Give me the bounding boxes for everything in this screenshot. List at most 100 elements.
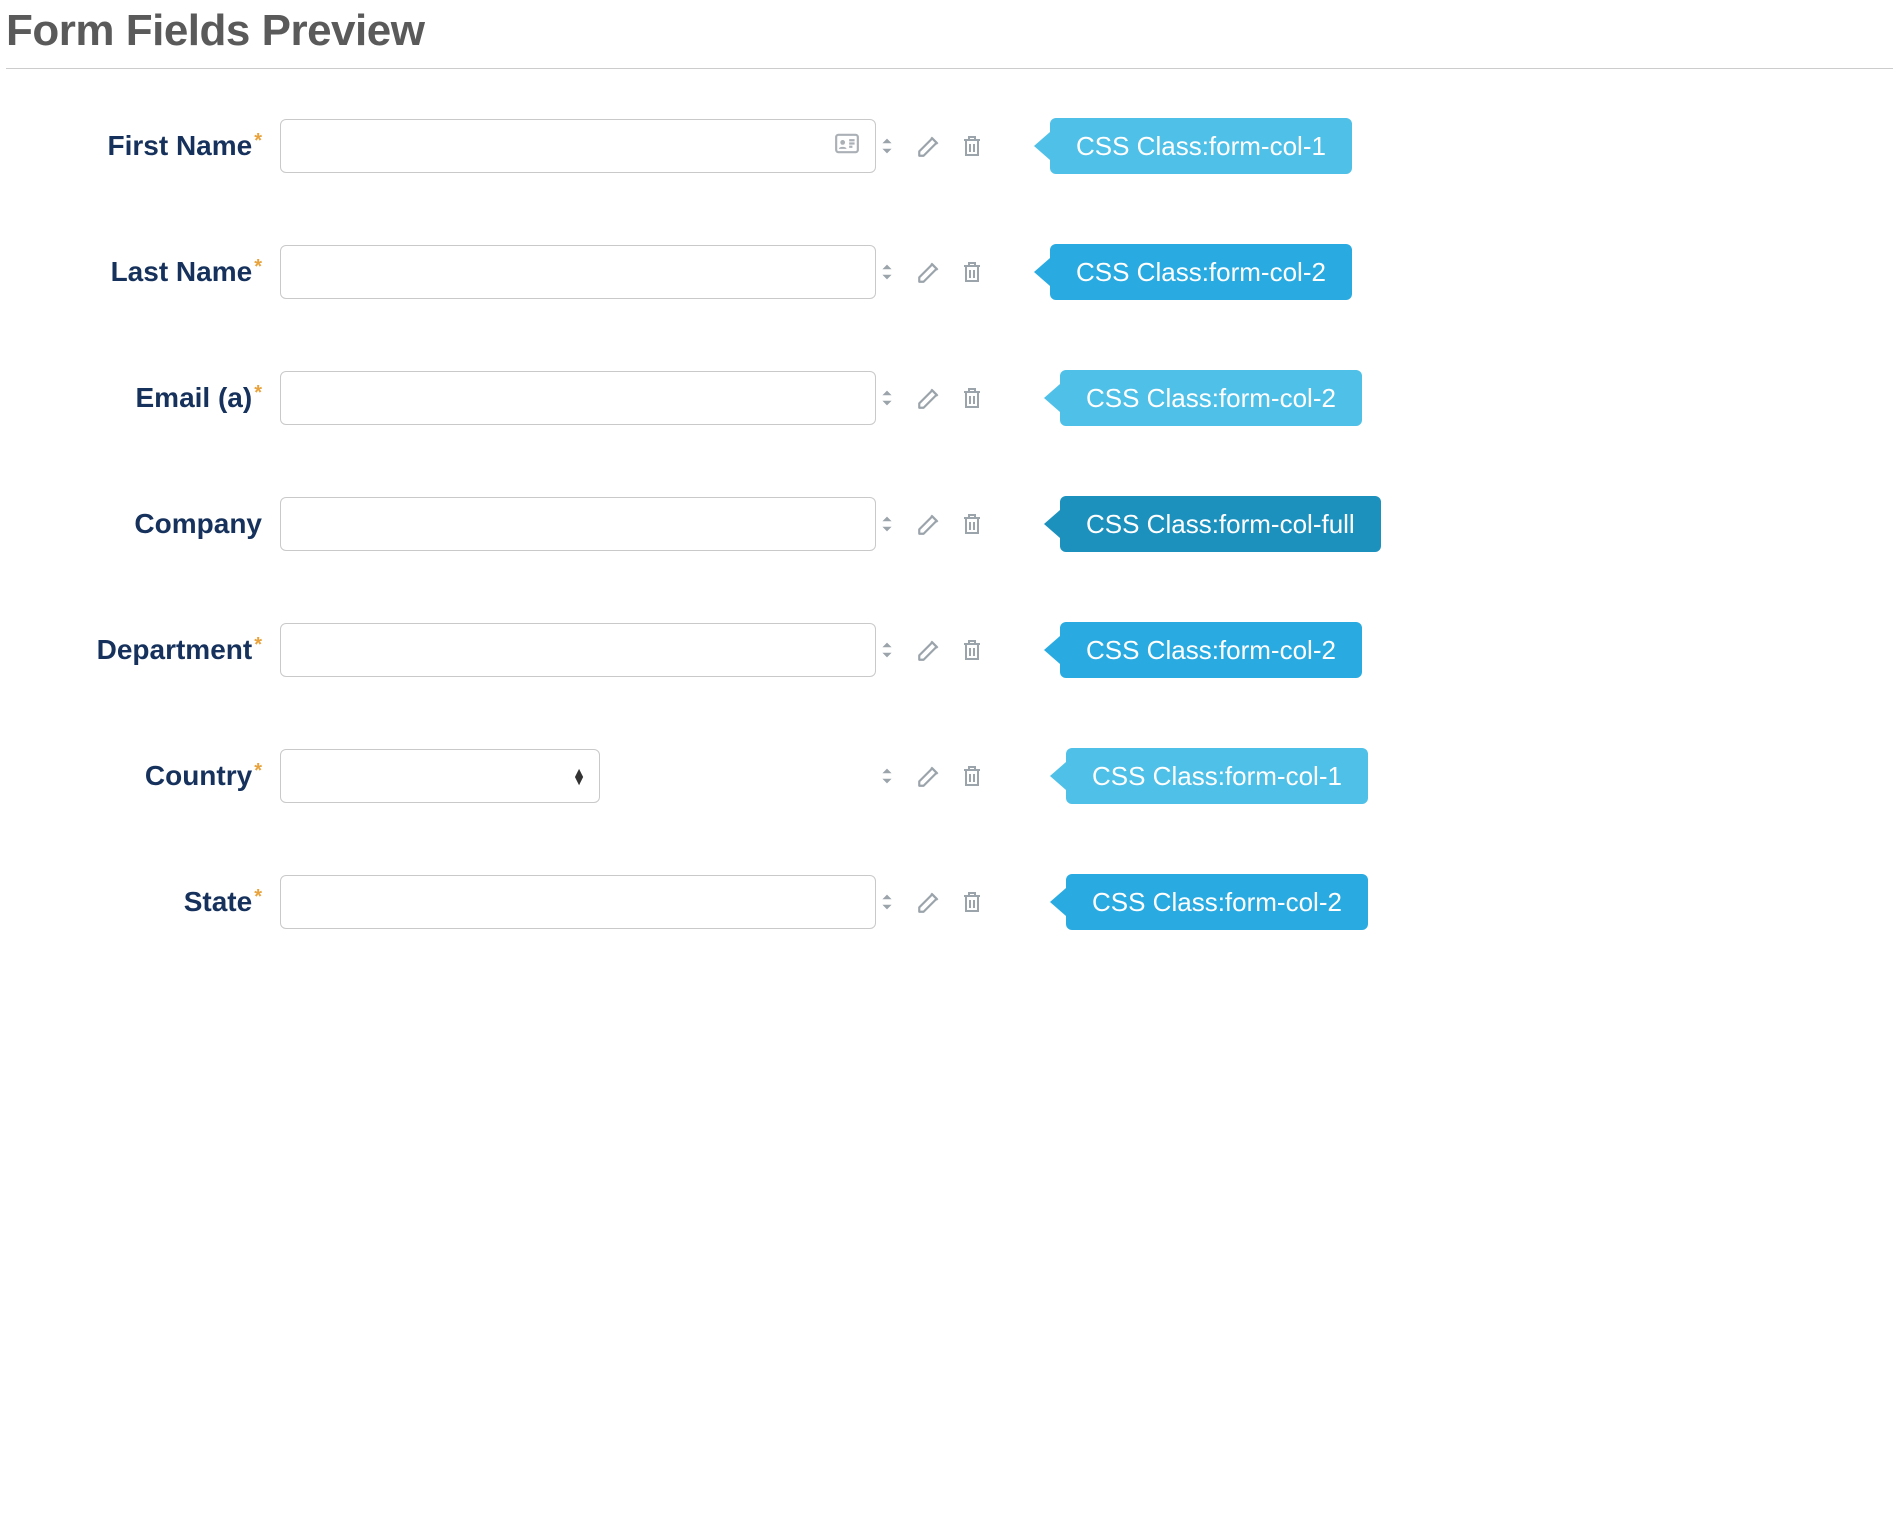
field-label: Company — [6, 508, 268, 540]
edit-icon[interactable] — [916, 259, 942, 285]
field-input-wrap — [268, 245, 876, 299]
field-input-wrap — [268, 623, 876, 677]
edit-icon[interactable] — [916, 133, 942, 159]
field-label: Country* — [6, 760, 268, 792]
css-class-tag: CSS Class: form-col-1 — [1050, 118, 1352, 174]
field-text-input[interactable] — [280, 623, 876, 677]
required-indicator: * — [254, 634, 262, 656]
delete-icon[interactable] — [960, 637, 984, 663]
field-label: Last Name* — [6, 256, 268, 288]
edit-icon[interactable] — [916, 763, 942, 789]
field-label-text: First Name — [107, 130, 252, 161]
field-text-input[interactable] — [280, 371, 876, 425]
tag-prefix: CSS Class: — [1092, 887, 1225, 918]
field-row: State* CSS Class: form-col-2 — [6, 875, 1893, 929]
edit-icon[interactable] — [916, 889, 942, 915]
field-actions — [876, 889, 984, 915]
css-class-tag: CSS Class: form-col-2 — [1060, 622, 1362, 678]
tag-prefix: CSS Class: — [1076, 257, 1209, 288]
field-actions — [876, 637, 984, 663]
css-class-tag-label: CSS Class: form-col-2 — [1060, 370, 1362, 426]
tag-value: form-col-2 — [1225, 887, 1342, 918]
field-label-text: Company — [134, 508, 262, 539]
css-class-tag: CSS Class: form-col-1 — [1066, 748, 1368, 804]
field-text-input[interactable] — [280, 245, 876, 299]
field-actions — [876, 763, 984, 789]
delete-icon[interactable] — [960, 133, 984, 159]
reorder-handle-icon[interactable] — [876, 891, 898, 913]
tag-prefix: CSS Class: — [1086, 383, 1219, 414]
delete-icon[interactable] — [960, 889, 984, 915]
edit-icon[interactable] — [916, 637, 942, 663]
css-class-tag: CSS Class: form-col-2 — [1060, 370, 1362, 426]
tag-prefix: CSS Class: — [1086, 635, 1219, 666]
delete-icon[interactable] — [960, 259, 984, 285]
field-input-wrap — [268, 497, 876, 551]
css-class-tag: CSS Class: form-col-full — [1060, 496, 1381, 552]
reorder-handle-icon[interactable] — [876, 513, 898, 535]
reorder-handle-icon[interactable] — [876, 639, 898, 661]
tag-prefix: CSS Class: — [1076, 131, 1209, 162]
field-row: Country*▲▼ CSS Class: form-col-1 — [6, 749, 1893, 803]
css-class-tag: CSS Class: form-col-2 — [1066, 874, 1368, 930]
field-label: Email (a)* — [6, 382, 268, 414]
edit-icon[interactable] — [916, 511, 942, 537]
required-indicator: * — [254, 382, 262, 404]
tag-prefix: CSS Class: — [1092, 761, 1225, 792]
tag-arrow-icon — [1044, 384, 1060, 412]
required-indicator: * — [254, 886, 262, 908]
css-class-tag: CSS Class: form-col-2 — [1050, 244, 1352, 300]
id-card-icon — [832, 131, 862, 162]
tag-arrow-icon — [1050, 888, 1066, 916]
field-actions — [876, 511, 984, 537]
field-actions — [876, 133, 984, 159]
tag-value: form-col-1 — [1209, 131, 1326, 162]
tag-value: form-col-full — [1219, 509, 1355, 540]
field-input-wrap — [268, 371, 876, 425]
css-class-tag-label: CSS Class: form-col-1 — [1050, 118, 1352, 174]
reorder-handle-icon[interactable] — [876, 261, 898, 283]
field-row: Company CSS Class: form-col-full — [6, 497, 1893, 551]
page-title: Form Fields Preview — [6, 6, 1893, 56]
field-row: Last Name* CSS Class: form-col-2 — [6, 245, 1893, 299]
tag-value: form-col-2 — [1219, 383, 1336, 414]
field-label: First Name* — [6, 130, 268, 162]
field-row: Department* CSS Class: form-col-2 — [6, 623, 1893, 677]
tag-prefix: CSS Class: — [1086, 509, 1219, 540]
tag-value: form-col-2 — [1209, 257, 1326, 288]
css-class-tag-label: CSS Class: form-col-2 — [1060, 622, 1362, 678]
field-label-text: State — [184, 886, 252, 917]
field-label-text: Department — [97, 634, 253, 665]
tag-arrow-icon — [1034, 258, 1050, 286]
field-actions — [876, 259, 984, 285]
field-input-wrap — [268, 119, 876, 173]
tag-arrow-icon — [1044, 636, 1060, 664]
delete-icon[interactable] — [960, 763, 984, 789]
reorder-handle-icon[interactable] — [876, 765, 898, 787]
reorder-handle-icon[interactable] — [876, 135, 898, 157]
field-text-input[interactable] — [280, 875, 876, 929]
field-text-input[interactable] — [280, 497, 876, 551]
field-label-text: Email (a) — [136, 382, 253, 413]
css-class-tag-label: CSS Class: form-col-1 — [1066, 748, 1368, 804]
delete-icon[interactable] — [960, 385, 984, 411]
field-input-wrap: ▲▼ — [268, 749, 600, 803]
edit-icon[interactable] — [916, 385, 942, 411]
css-class-tag-label: CSS Class: form-col-2 — [1066, 874, 1368, 930]
field-row: First Name* CSS Class: form-col-1 — [6, 119, 1893, 173]
field-text-input[interactable] — [280, 119, 876, 173]
field-input-wrap — [268, 875, 876, 929]
field-actions — [876, 385, 984, 411]
tag-value: form-col-2 — [1219, 635, 1336, 666]
required-indicator: * — [254, 256, 262, 278]
tag-arrow-icon — [1044, 510, 1060, 538]
css-class-tag-label: CSS Class: form-col-full — [1060, 496, 1381, 552]
form-fields-list: First Name*CSS Class: form-col-1Last Nam… — [6, 119, 1893, 929]
delete-icon[interactable] — [960, 511, 984, 537]
field-label-text: Last Name — [111, 256, 253, 287]
reorder-handle-icon[interactable] — [876, 387, 898, 409]
required-indicator: * — [254, 760, 262, 782]
css-class-tag-label: CSS Class: form-col-2 — [1050, 244, 1352, 300]
tag-arrow-icon — [1034, 132, 1050, 160]
field-select[interactable] — [280, 749, 600, 803]
